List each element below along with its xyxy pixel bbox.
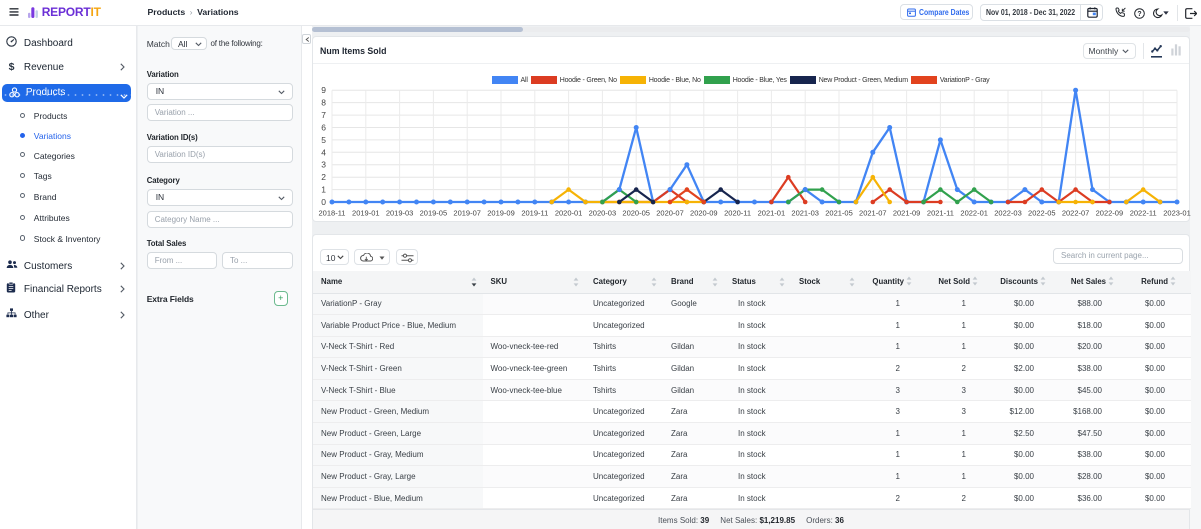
svg-text:2020-09: 2020-09 <box>690 209 718 218</box>
svg-text:2: 2 <box>321 172 326 182</box>
svg-text:3: 3 <box>321 160 326 170</box>
svg-text:0: 0 <box>321 197 326 207</box>
svg-text:2018-11: 2018-11 <box>319 209 346 218</box>
svg-text:2020-07: 2020-07 <box>656 209 684 218</box>
svg-text:5: 5 <box>321 135 326 145</box>
svg-text:$: $ <box>9 61 15 72</box>
svg-text:2021-11: 2021-11 <box>927 209 954 218</box>
svg-text:2019-03: 2019-03 <box>386 209 414 218</box>
svg-text:2022-09: 2022-09 <box>1096 209 1124 218</box>
svg-text:2022-07: 2022-07 <box>1062 209 1090 218</box>
svg-text:2022-05: 2022-05 <box>1028 209 1056 218</box>
svg-text:8: 8 <box>321 98 326 108</box>
svg-text:7: 7 <box>321 110 326 120</box>
svg-text:2020-11: 2020-11 <box>724 209 751 218</box>
svg-text:2021-01: 2021-01 <box>758 209 786 218</box>
svg-text:4: 4 <box>321 147 326 157</box>
svg-text:9: 9 <box>321 85 326 95</box>
svg-text:2019-09: 2019-09 <box>487 209 515 218</box>
svg-text:?: ? <box>1137 11 1141 18</box>
svg-text:2020-05: 2020-05 <box>622 209 650 218</box>
svg-text:2021-09: 2021-09 <box>893 209 921 218</box>
svg-text:2021-03: 2021-03 <box>791 209 819 218</box>
svg-text:2019-07: 2019-07 <box>453 209 481 218</box>
svg-text:6: 6 <box>321 123 326 133</box>
svg-text:2019-11: 2019-11 <box>521 209 548 218</box>
svg-text:2022-03: 2022-03 <box>994 209 1022 218</box>
svg-text:2022-01: 2022-01 <box>960 209 988 218</box>
svg-text:2021-07: 2021-07 <box>859 209 887 218</box>
svg-text:2020-03: 2020-03 <box>589 209 617 218</box>
svg-text:2019-01: 2019-01 <box>352 209 380 218</box>
svg-text:1: 1 <box>321 185 326 195</box>
svg-text:2022-11: 2022-11 <box>1130 209 1157 218</box>
svg-text:2020-01: 2020-01 <box>555 209 583 218</box>
svg-text:2023-01: 2023-01 <box>1163 209 1191 218</box>
svg-text:2021-05: 2021-05 <box>825 209 853 218</box>
svg-text:2019-05: 2019-05 <box>420 209 448 218</box>
